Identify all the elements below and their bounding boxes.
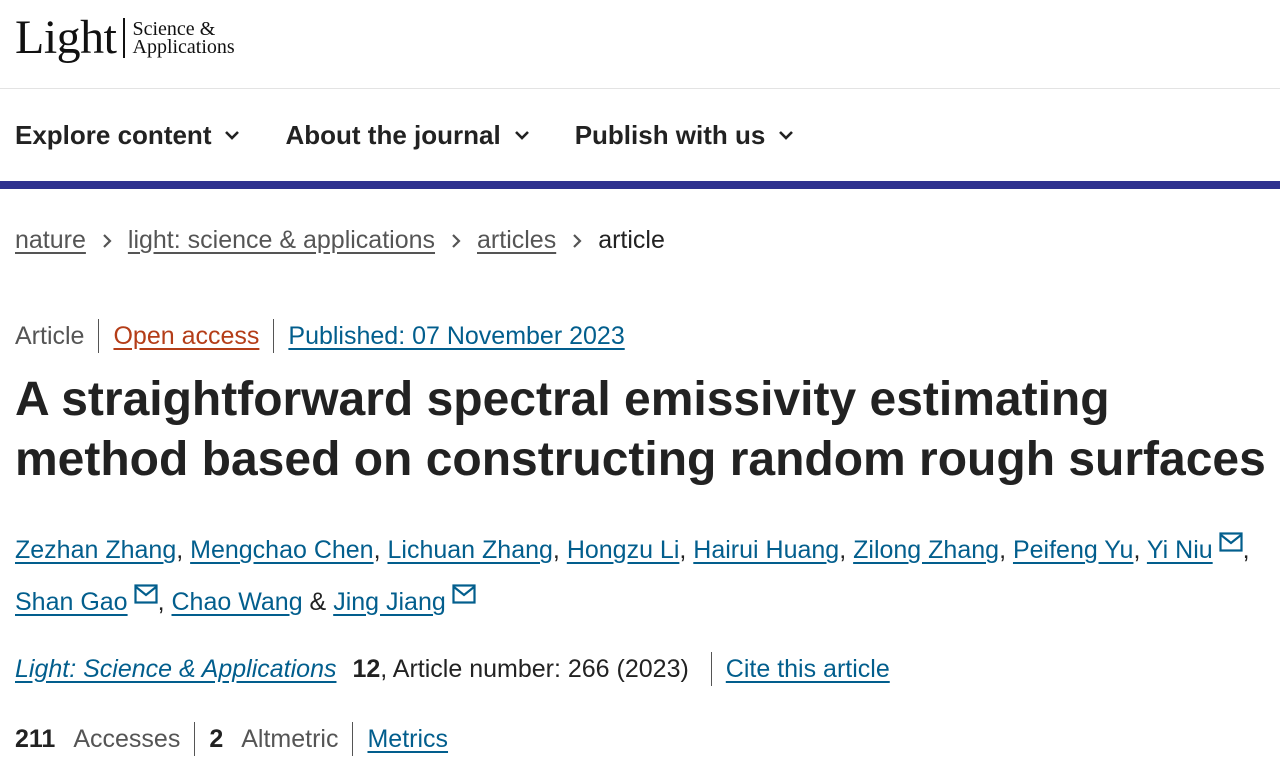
mail-icon[interactable] xyxy=(452,584,476,604)
mail-icon[interactable] xyxy=(133,584,158,604)
cite-this-article-link[interactable]: Cite this article xyxy=(726,655,890,684)
chevron-down-icon xyxy=(225,131,240,140)
author-link[interactable]: Peifeng Yu xyxy=(1013,536,1133,564)
article-type: Article xyxy=(15,321,85,350)
altmetric-label: Altmetric xyxy=(241,724,339,753)
nav-about-label: About the journal xyxy=(285,119,501,150)
author-separator: , xyxy=(1242,536,1250,564)
meta-divider xyxy=(98,319,100,353)
author-separator: , xyxy=(839,536,847,564)
author-link[interactable]: Shan Gao xyxy=(15,588,128,616)
chevron-right-icon xyxy=(452,233,461,248)
breadcrumb-journal[interactable]: light: science & applications xyxy=(128,226,435,255)
author-separator: , xyxy=(157,588,165,616)
article-meta: Article Open access Published: 07 Novemb… xyxy=(15,319,625,353)
breadcrumb-current: article xyxy=(598,226,665,254)
main-nav: Explore content About the journal Publis… xyxy=(0,89,1280,181)
author-link[interactable]: Mengchao Chen xyxy=(190,536,373,564)
nav-publish-label: Publish with us xyxy=(574,119,766,150)
stats-divider xyxy=(194,722,196,756)
journal-name-link[interactable]: Light: Science & Applications xyxy=(15,655,336,684)
accesses-count: 211 xyxy=(15,724,56,753)
author-list: Zezhan Zhang, Mengchao Chen, Lichuan Zha… xyxy=(15,524,1265,628)
logo-subtitle: Science & Applications xyxy=(132,19,235,58)
author-link[interactable]: Yi Niu xyxy=(1147,536,1213,564)
altmetric-count: 2 xyxy=(209,724,224,753)
meta-divider xyxy=(273,319,275,353)
volume-number: 12 xyxy=(352,654,381,683)
published-date-link[interactable]: Published: 07 November 2023 xyxy=(288,322,624,351)
nav-publish-with-us[interactable]: Publish with us xyxy=(575,120,796,151)
breadcrumb-nature[interactable]: nature xyxy=(15,226,86,255)
article-number: , Article number: 266 (2023) xyxy=(380,654,689,683)
author-link[interactable]: Zezhan Zhang xyxy=(15,536,176,564)
accesses-label: Accesses xyxy=(73,724,181,753)
breadcrumb: nature light: science & applications art… xyxy=(15,226,665,255)
citation-divider xyxy=(710,652,712,686)
author-separator: , xyxy=(679,536,687,564)
article-title: A straightforward spectral emissivity es… xyxy=(15,373,1266,486)
chevron-down-icon xyxy=(514,131,529,140)
logo-divider xyxy=(122,18,125,58)
author-link[interactable]: Jing Jiang xyxy=(333,588,446,616)
breadcrumb-articles[interactable]: articles xyxy=(477,226,556,255)
chevron-down-icon xyxy=(779,131,794,140)
stats-divider xyxy=(352,722,354,756)
metrics-link[interactable]: Metrics xyxy=(367,725,448,754)
nav-explore-label: Explore content xyxy=(15,119,212,150)
author-separator: , xyxy=(373,536,381,564)
author-separator: , xyxy=(176,536,184,564)
author-link[interactable]: Chao Wang xyxy=(172,588,303,616)
mail-icon[interactable] xyxy=(1219,532,1243,552)
journal-logo[interactable]: Light Science & Applications xyxy=(15,12,235,64)
author-separator: , xyxy=(552,536,560,564)
site-header: Light Science & Applications xyxy=(0,0,1280,89)
author-link[interactable]: Hongzu Li xyxy=(567,536,680,564)
article-stats: 211 Accesses 2 Altmetric Metrics xyxy=(15,722,448,756)
citation-line: Light: Science & Applications 12 , Artic… xyxy=(15,652,890,686)
nav-about-journal[interactable]: About the journal xyxy=(285,120,530,151)
chevron-right-icon xyxy=(573,233,582,248)
author-link[interactable]: Hairui Huang xyxy=(693,536,839,564)
author-link[interactable]: Lichuan Zhang xyxy=(388,536,553,564)
header-rule xyxy=(0,181,1280,189)
author-link[interactable]: Zilong Zhang xyxy=(853,536,999,564)
logo-wordmark: Light xyxy=(15,11,117,64)
nav-explore-content[interactable]: Explore content xyxy=(15,120,241,151)
author-separator: , xyxy=(1133,536,1141,564)
chevron-right-icon xyxy=(103,233,112,248)
author-ampersand: & xyxy=(309,588,327,616)
logo-subtitle-line2: Applications xyxy=(132,36,235,58)
author-separator: , xyxy=(999,536,1007,564)
open-access-link[interactable]: Open access xyxy=(113,322,259,351)
